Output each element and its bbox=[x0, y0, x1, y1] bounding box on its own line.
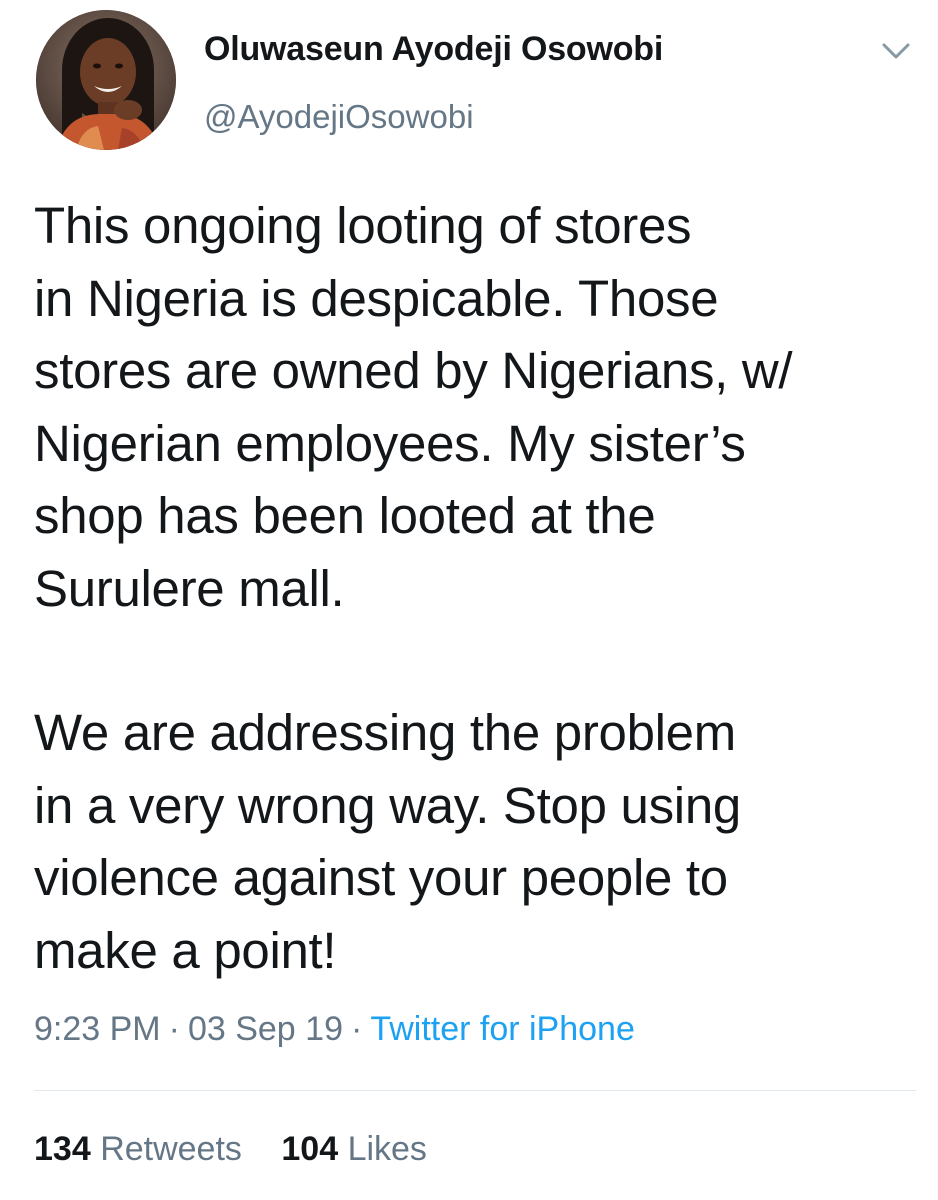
tweet-meta: 9:23 PM · 03 Sep 19 · Twitter for iPhone bbox=[34, 1010, 635, 1049]
chevron-down-icon[interactable] bbox=[876, 36, 916, 66]
meta-separator: · bbox=[350, 1010, 363, 1048]
tweet-paragraph: We are addressing the problem in a very … bbox=[34, 704, 741, 979]
tweet-source-link[interactable]: Twitter for iPhone bbox=[370, 1010, 635, 1048]
divider bbox=[34, 1090, 916, 1091]
likes-stat[interactable]: 104 Likes bbox=[281, 1130, 427, 1168]
tweet-text: This ongoing looting of stores in Nigeri… bbox=[34, 190, 914, 987]
retweets-label: Retweets bbox=[100, 1130, 242, 1168]
user-handle[interactable]: @AyodejiOsowobi bbox=[204, 98, 474, 136]
display-name[interactable]: Oluwaseun Ayodeji Osowobi bbox=[204, 30, 663, 69]
tweet-paragraph: This ongoing looting of stores in Nigeri… bbox=[34, 197, 793, 617]
likes-count: 104 bbox=[281, 1130, 339, 1168]
tweet-date[interactable]: 03 Sep 19 bbox=[188, 1010, 343, 1048]
tweet-card: Oluwaseun Ayodeji Osowobi @AyodejiOsowob… bbox=[0, 0, 938, 1200]
retweets-count: 134 bbox=[34, 1130, 91, 1168]
avatar[interactable] bbox=[36, 10, 176, 150]
likes-label: Likes bbox=[347, 1130, 427, 1168]
tweet-time[interactable]: 9:23 PM bbox=[34, 1010, 161, 1048]
meta-separator: · bbox=[168, 1010, 180, 1048]
profile-photo-icon bbox=[36, 10, 176, 150]
retweets-stat[interactable]: 134 Retweets bbox=[34, 1130, 242, 1168]
engagement-stats: 134 Retweets 104 Likes bbox=[34, 1130, 457, 1169]
